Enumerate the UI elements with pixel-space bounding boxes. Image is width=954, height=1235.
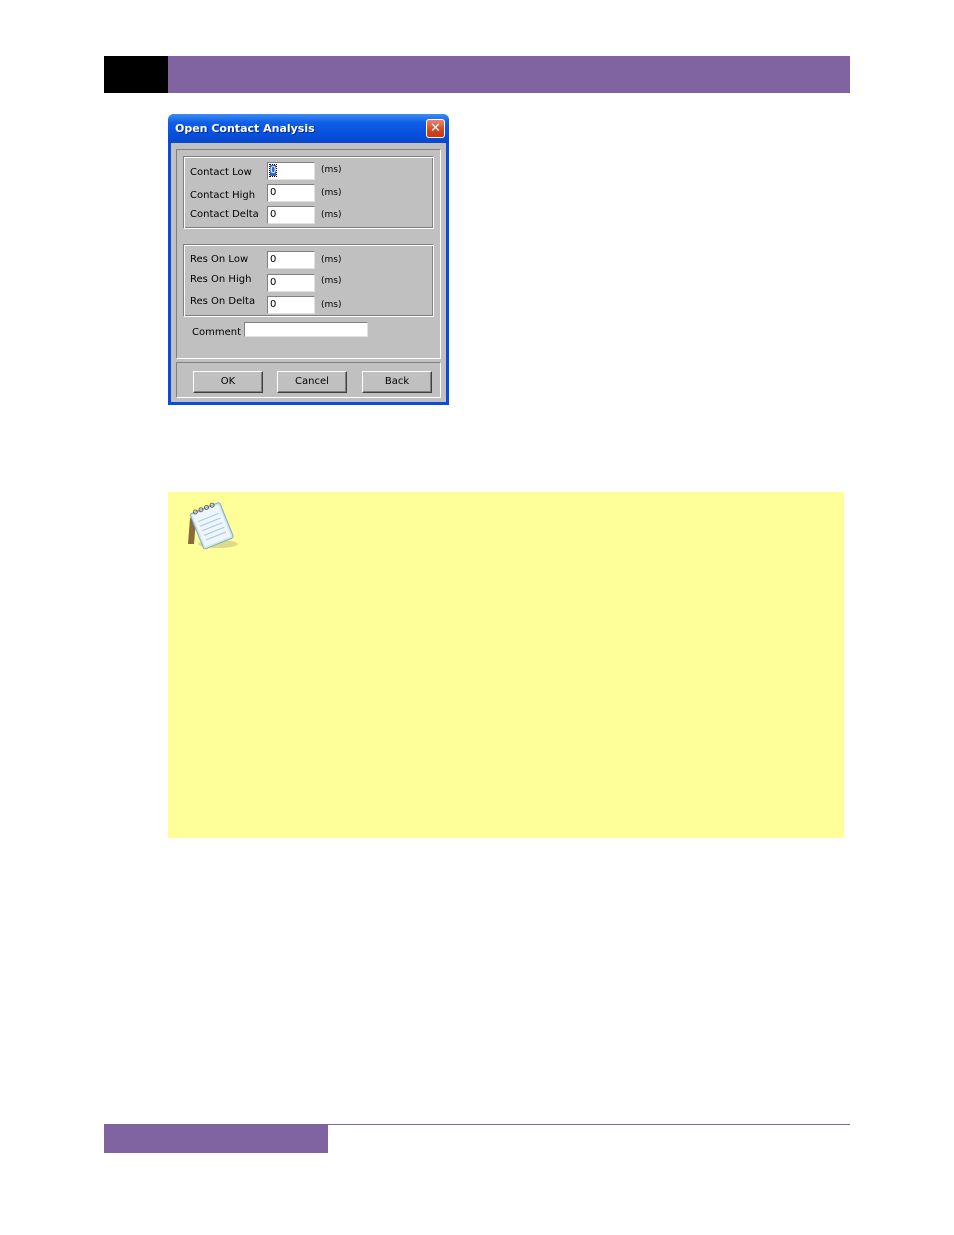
dialog-client-area: Contact Low 0 (ms) Contact High 0 (ms) C… bbox=[171, 143, 446, 402]
contact-high-unit: (ms) bbox=[321, 188, 342, 198]
contact-low-input[interactable]: 0 bbox=[267, 162, 315, 180]
contact-delta-unit: (ms) bbox=[321, 210, 342, 220]
res-on-delta-unit: (ms) bbox=[321, 300, 342, 310]
footer-bar bbox=[104, 1125, 328, 1153]
settings-panel: Contact Low 0 (ms) Contact High 0 (ms) C… bbox=[176, 149, 441, 359]
res-on-high-input[interactable]: 0 bbox=[267, 274, 315, 292]
contact-delta-label: Contact Delta bbox=[190, 209, 259, 220]
res-on-low-input[interactable]: 0 bbox=[267, 251, 315, 269]
notepad-icon bbox=[188, 502, 238, 550]
contact-high-input[interactable]: 0 bbox=[267, 184, 315, 202]
comment-label: Comment bbox=[192, 327, 241, 338]
res-on-low-unit: (ms) bbox=[321, 255, 342, 265]
header-bar bbox=[168, 56, 850, 93]
button-panel: OK Cancel Back bbox=[176, 362, 441, 398]
cancel-button[interactable]: Cancel bbox=[277, 371, 347, 393]
contact-delta-input[interactable]: 0 bbox=[267, 206, 315, 224]
res-on-delta-input[interactable]: 0 bbox=[267, 296, 315, 314]
close-button[interactable]: ✕ bbox=[426, 119, 445, 138]
open-contact-analysis-dialog: Open Contact Analysis ✕ Contact Low 0 (m… bbox=[168, 114, 449, 405]
res-on-high-unit: (ms) bbox=[321, 276, 342, 286]
res-on-low-label: Res On Low bbox=[190, 254, 249, 265]
ok-button[interactable]: OK bbox=[193, 371, 263, 393]
comment-input[interactable] bbox=[244, 322, 368, 337]
header-black-block bbox=[104, 56, 168, 93]
contact-high-label: Contact High bbox=[190, 190, 256, 201]
contact-group: Contact Low 0 (ms) Contact High 0 (ms) C… bbox=[183, 156, 434, 229]
res-on-high-label: Res On High bbox=[190, 274, 252, 285]
res-on-group: Res On Low 0 (ms) Res On High 0 (ms) Res… bbox=[183, 244, 434, 317]
contact-low-unit: (ms) bbox=[321, 165, 342, 175]
back-button[interactable]: Back bbox=[362, 371, 432, 393]
res-on-delta-label: Res On Delta bbox=[190, 296, 256, 307]
contact-low-label: Contact Low bbox=[190, 167, 252, 178]
close-icon: ✕ bbox=[430, 121, 441, 136]
dialog-titlebar: Open Contact Analysis ✕ bbox=[168, 114, 449, 143]
note-box bbox=[168, 492, 844, 838]
dialog-title: Open Contact Analysis bbox=[175, 122, 315, 135]
